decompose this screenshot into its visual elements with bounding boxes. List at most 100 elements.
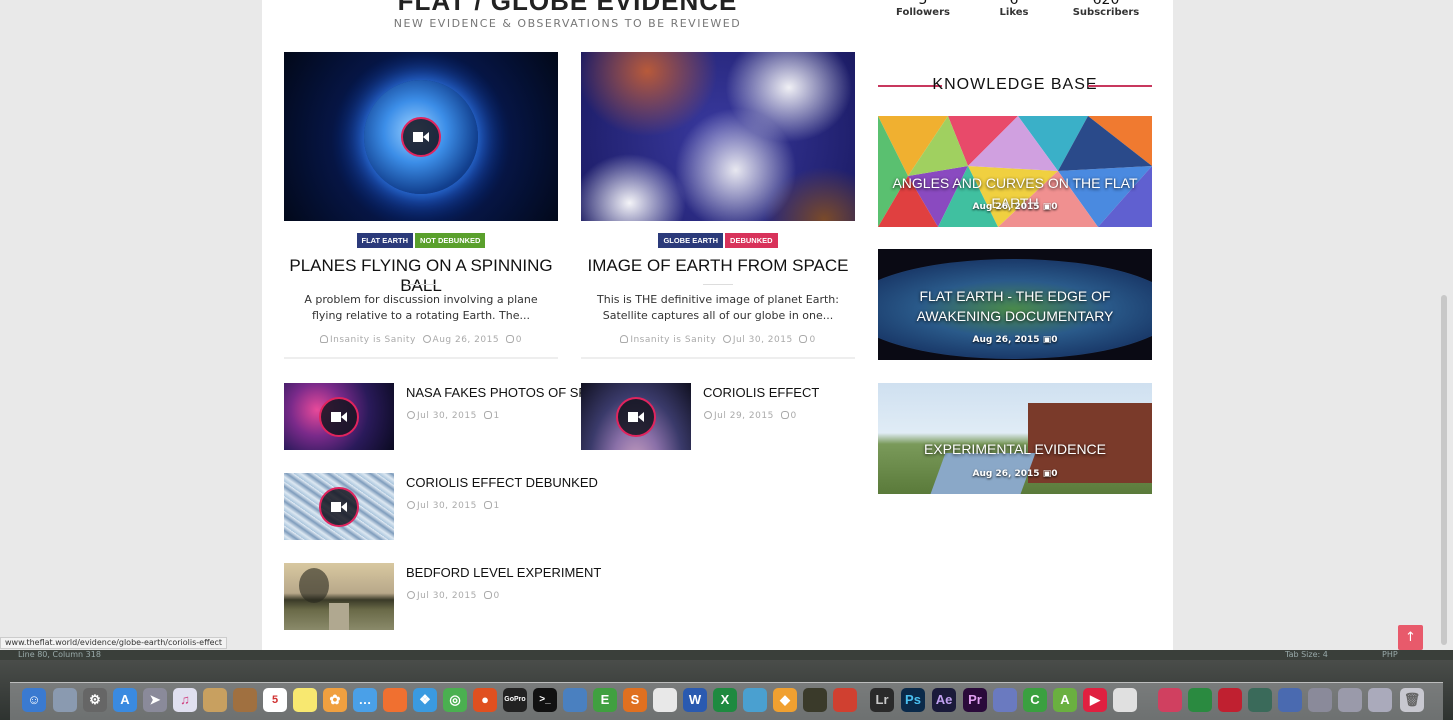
featured-post-2[interactable]: GLOBE EARTH DEBUNKED IMAGE OF EARTH FROM … [581,52,855,359]
post-comments[interactable]: 0 [791,411,797,421]
stat-subscribers[interactable]: 620 Subscribers [1066,0,1146,18]
word-icon[interactable]: W [683,688,707,712]
post-thumbnail[interactable] [581,52,855,221]
back-to-top-button[interactable]: ↑ [1398,625,1423,650]
system-preferences-icon[interactable]: ⚙ [83,688,107,712]
premiere-icon[interactable]: Pr [963,688,987,712]
calendar-icon[interactable]: 5 [263,688,287,712]
app-icon[interactable] [833,688,857,712]
app-icon[interactable] [1188,688,1212,712]
post-thumbnail[interactable] [581,383,691,450]
list-item[interactable]: CORIOLIS EFFECT DEBUNKED Jul 30, 2015 1 [284,473,598,541]
post-thumbnail[interactable] [284,52,558,221]
terminal-icon[interactable]: >_ [533,688,557,712]
app-icon[interactable] [203,688,227,712]
gopro-icon[interactable]: GoPro [503,688,527,712]
tag-flat-earth[interactable]: FLAT EARTH [356,233,414,248]
finder-icon[interactable]: ☺ [22,688,46,712]
post-comments[interactable]: 0 [516,335,522,345]
post-title[interactable]: CORIOLIS EFFECT [703,385,863,400]
post-thumbnail[interactable] [284,563,394,630]
post-author[interactable]: Insanity is Sanity [630,335,716,345]
safari-icon[interactable]: ❖ [413,688,437,712]
app-icon[interactable] [993,688,1017,712]
app-icon[interactable] [1158,688,1182,712]
app-store-icon[interactable]: A [113,688,137,712]
app-icon[interactable] [53,688,77,712]
notes-icon[interactable] [293,688,317,712]
itunes-icon[interactable]: ♫ [173,688,197,712]
stat-followers[interactable]: 5 Followers [883,0,963,18]
post-title[interactable]: PLANES FLYING ON A SPINNING BALL [284,256,558,296]
kb-title[interactable]: EXPERIMENTAL EVIDENCE [878,439,1152,459]
app-icon[interactable] [1248,688,1272,712]
folder-icon[interactable] [1368,688,1392,712]
kb-title[interactable]: FLAT EARTH - THE EDGE OF AWAKENING DOCUM… [878,286,1152,326]
editor-tab-size[interactable]: Tab Size: 4 [1285,650,1328,660]
video-play-icon[interactable] [616,397,656,437]
post-title[interactable]: BEDFORD LEVEL EXPERIMENT [406,565,601,580]
editor-syntax[interactable]: PHP [1382,650,1398,660]
editor-status-bar: Line 80, Column 318 Tab Size: 4 PHP [0,650,1453,660]
photoshop-icon[interactable]: Ps [901,688,925,712]
video-play-icon[interactable] [401,117,441,157]
after-effects-icon[interactable]: Ae [932,688,956,712]
app-icon[interactable] [743,688,767,712]
post-comments[interactable]: 0 [1051,202,1057,212]
excel-icon[interactable]: X [713,688,737,712]
app-icon[interactable] [1278,688,1302,712]
knowledge-base-item[interactable]: ANGLES AND CURVES ON THE FLAT EARTH Aug … [878,116,1152,227]
stat-label: Likes [999,7,1029,18]
post-excerpt: This is THE definitive image of planet E… [597,293,839,322]
post-comments[interactable]: 0 [1051,335,1057,345]
post-comments[interactable]: 1 [494,501,500,511]
app-icon[interactable] [1113,688,1137,712]
app-icon[interactable]: C [1023,688,1047,712]
sublime-icon[interactable]: S [623,688,647,712]
app-icon[interactable] [803,688,827,712]
post-title[interactable]: IMAGE OF EARTH FROM SPACE [581,256,855,276]
launchpad-icon[interactable]: ➤ [143,688,167,712]
books-icon[interactable] [383,688,407,712]
post-comments[interactable]: 0 [1051,469,1057,479]
knowledge-base-item[interactable]: EXPERIMENTAL EVIDENCE Aug 26, 2015 ▣0 [878,383,1152,494]
app-icon[interactable] [233,688,257,712]
post-author[interactable]: Insanity is Sanity [330,335,416,345]
post-comments[interactable]: 0 [809,335,815,345]
post-excerpt: A problem for discussion involving a pla… [304,293,538,322]
app-icon[interactable] [653,688,677,712]
post-comments[interactable]: 0 [494,591,500,601]
app-icon[interactable] [563,688,587,712]
post-meta: Jul 30, 2015 1 [407,411,500,421]
app-icon[interactable]: A [1053,688,1077,712]
video-play-icon[interactable] [319,397,359,437]
post-thumbnail[interactable] [284,383,394,450]
post-title[interactable]: NASA FAKES PHOTOS OF SPACE [406,385,613,400]
firefox-icon[interactable]: ● [473,688,497,712]
tag-debunked[interactable]: DEBUNKED [725,233,778,248]
scrollbar[interactable] [1441,295,1447,645]
list-item[interactable]: NASA FAKES PHOTOS OF SPACE Jul 30, 2015 … [284,383,613,451]
knowledge-base-item[interactable]: FLAT EARTH - THE EDGE OF AWAKENING DOCUM… [878,249,1152,360]
app-icon[interactable] [1218,688,1242,712]
video-play-icon[interactable] [319,487,359,527]
app-icon[interactable]: ▶ [1083,688,1107,712]
list-item[interactable]: BEDFORD LEVEL EXPERIMENT Jul 30, 2015 0 [284,563,601,631]
featured-post-1[interactable]: FLAT EARTH NOT DEBUNKED PLANES FLYING ON … [284,52,558,359]
post-title[interactable]: CORIOLIS EFFECT DEBUNKED [406,475,598,490]
stat-likes[interactable]: 6 Likes [974,0,1054,18]
post-thumbnail[interactable] [284,473,394,540]
post-comments[interactable]: 1 [494,411,500,421]
photos-icon[interactable]: ✿ [323,688,347,712]
sketch-icon[interactable]: ◆ [773,688,797,712]
tag-globe-earth[interactable]: GLOBE EARTH [658,233,724,248]
folder-icon[interactable] [1308,688,1332,712]
list-item[interactable]: CORIOLIS EFFECT Jul 29, 2015 0 [581,383,871,451]
lightroom-icon[interactable]: Lr [870,688,894,712]
evernote-icon[interactable]: E [593,688,617,712]
messages-icon[interactable]: … [353,688,377,712]
folder-icon[interactable] [1338,688,1362,712]
chrome-icon[interactable]: ◎ [443,688,467,712]
trash-icon[interactable]: 🗑 [1400,688,1424,712]
tag-not-debunked[interactable]: NOT DEBUNKED [415,233,486,248]
